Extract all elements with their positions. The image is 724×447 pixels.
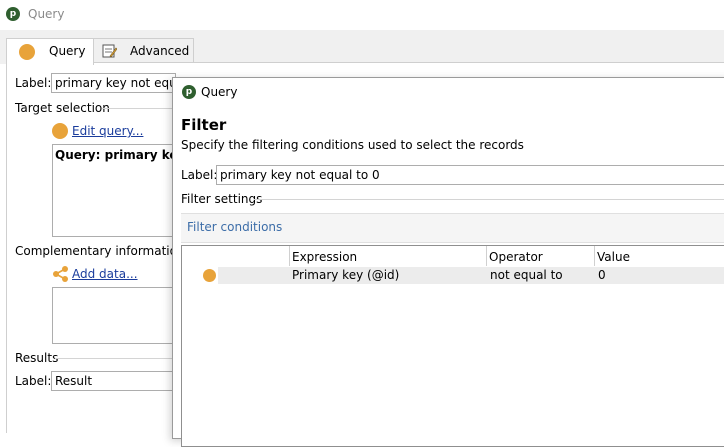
results-label-caption: Label: xyxy=(15,374,52,388)
column-header-expression[interactable]: Expression xyxy=(292,250,357,264)
filter-dialog: p Query Filter Specify the filtering con… xyxy=(172,77,724,447)
column-header-operator[interactable]: Operator xyxy=(489,250,543,264)
share-icon xyxy=(53,266,68,282)
column-separator xyxy=(594,246,595,266)
complementary-title: Complementary information xyxy=(15,244,185,258)
filter-conditions-bar: Filter conditions xyxy=(181,213,724,243)
tab-query[interactable]: Query xyxy=(6,38,94,65)
edit-query-link[interactable]: Edit query... xyxy=(72,124,143,138)
edit-query-icon xyxy=(52,123,68,139)
dialog-title: Query xyxy=(201,85,238,99)
dialog-subtitle: Specify the filtering conditions used to… xyxy=(181,138,524,152)
table-row[interactable]: Primary key (@id) not equal to 0 xyxy=(218,267,724,284)
column-header-value[interactable]: Value xyxy=(597,250,630,264)
tab-advanced-label: Advanced xyxy=(130,44,190,58)
window-titlebar: p Query xyxy=(0,0,724,31)
row-operator: not equal to xyxy=(490,268,563,282)
results-label-field[interactable]: Result xyxy=(51,371,176,391)
dialog-label-field[interactable]: primary key not equal to 0 xyxy=(216,165,724,185)
tab-advanced[interactable]: Advanced xyxy=(92,38,194,63)
label-caption: Label: xyxy=(15,76,52,90)
complementary-box xyxy=(52,287,177,344)
dialog-heading: Filter xyxy=(181,116,227,134)
target-selection-title: Target selection xyxy=(15,101,110,115)
filter-settings-title: Filter settings xyxy=(181,192,263,206)
column-separator xyxy=(486,246,487,266)
results-title: Results xyxy=(15,351,59,365)
group-separator xyxy=(55,358,172,359)
document-edit-icon xyxy=(102,44,117,58)
query-tab-icon xyxy=(19,44,35,60)
app-logo-icon: p xyxy=(6,7,20,21)
query-summary-box: Query: primary key n xyxy=(52,144,198,237)
dialog-titlebar: p Query xyxy=(173,78,724,106)
condition-row-icon xyxy=(203,269,216,282)
tab-query-label: Query xyxy=(49,44,86,58)
row-value: 0 xyxy=(598,268,606,282)
column-separator xyxy=(289,246,290,266)
group-separator xyxy=(254,199,724,200)
grid-header: Expression Operator Value xyxy=(182,246,724,266)
row-expression: Primary key (@id) xyxy=(292,268,400,282)
dialog-label-caption: Label: xyxy=(181,168,218,182)
window-title: Query xyxy=(28,7,65,21)
filter-conditions-tab[interactable]: Filter conditions xyxy=(187,220,282,234)
label-field[interactable]: primary key not equal xyxy=(51,73,176,93)
conditions-grid: Expression Operator Value Primary key (@… xyxy=(181,245,724,447)
app-logo-icon: p xyxy=(182,85,196,99)
group-separator xyxy=(102,108,172,109)
add-data-link[interactable]: Add data... xyxy=(72,267,138,281)
